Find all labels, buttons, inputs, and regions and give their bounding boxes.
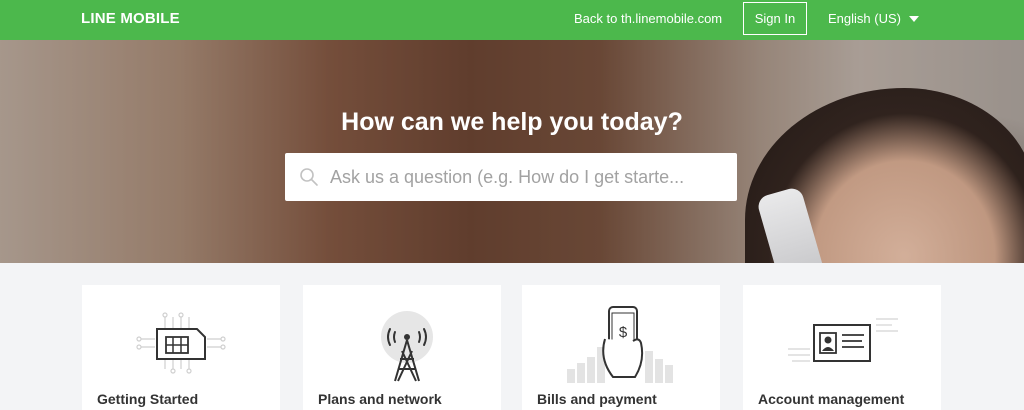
sign-in-button[interactable]: Sign In — [743, 2, 807, 35]
signal-tower-icon — [381, 311, 433, 382]
category-card-plans-and-network[interactable]: Plans and network — [303, 285, 501, 410]
id-card-icon — [788, 318, 898, 362]
category-label-bills-and-payment: Bills and payment — [537, 391, 657, 407]
back-to-site-link[interactable]: Back to th.linemobile.com — [574, 11, 722, 26]
category-card-bills-and-payment[interactable]: $ Bills and payment — [522, 285, 720, 410]
search-icon — [300, 168, 318, 186]
category-label-plans-and-network: Plans and network — [318, 391, 442, 407]
search-input[interactable] — [330, 153, 730, 201]
search-box[interactable] — [285, 153, 737, 201]
payment-phone-icon: $ — [567, 306, 673, 383]
hero-banner: How can we help you today? — [0, 40, 1024, 263]
line-mobile-logo[interactable]: LINE MOBILE — [81, 10, 180, 27]
sim-card-icon — [136, 312, 226, 374]
top-navigation-bar: LINE MOBILE Back to th.linemobile.com Si… — [0, 0, 1024, 40]
category-card-getting-started[interactable]: Getting Started — [82, 285, 280, 410]
caret-down-icon — [908, 16, 919, 22]
category-label-getting-started: Getting Started — [97, 391, 199, 407]
language-selector[interactable]: English (US) — [828, 11, 919, 26]
hero-title: How can we help you today? — [341, 108, 683, 136]
category-label-account-management: Account management — [758, 391, 905, 407]
language-label: English (US) — [828, 11, 901, 26]
category-card-account-management[interactable]: Account management — [743, 285, 941, 410]
svg-text:$: $ — [619, 324, 628, 341]
